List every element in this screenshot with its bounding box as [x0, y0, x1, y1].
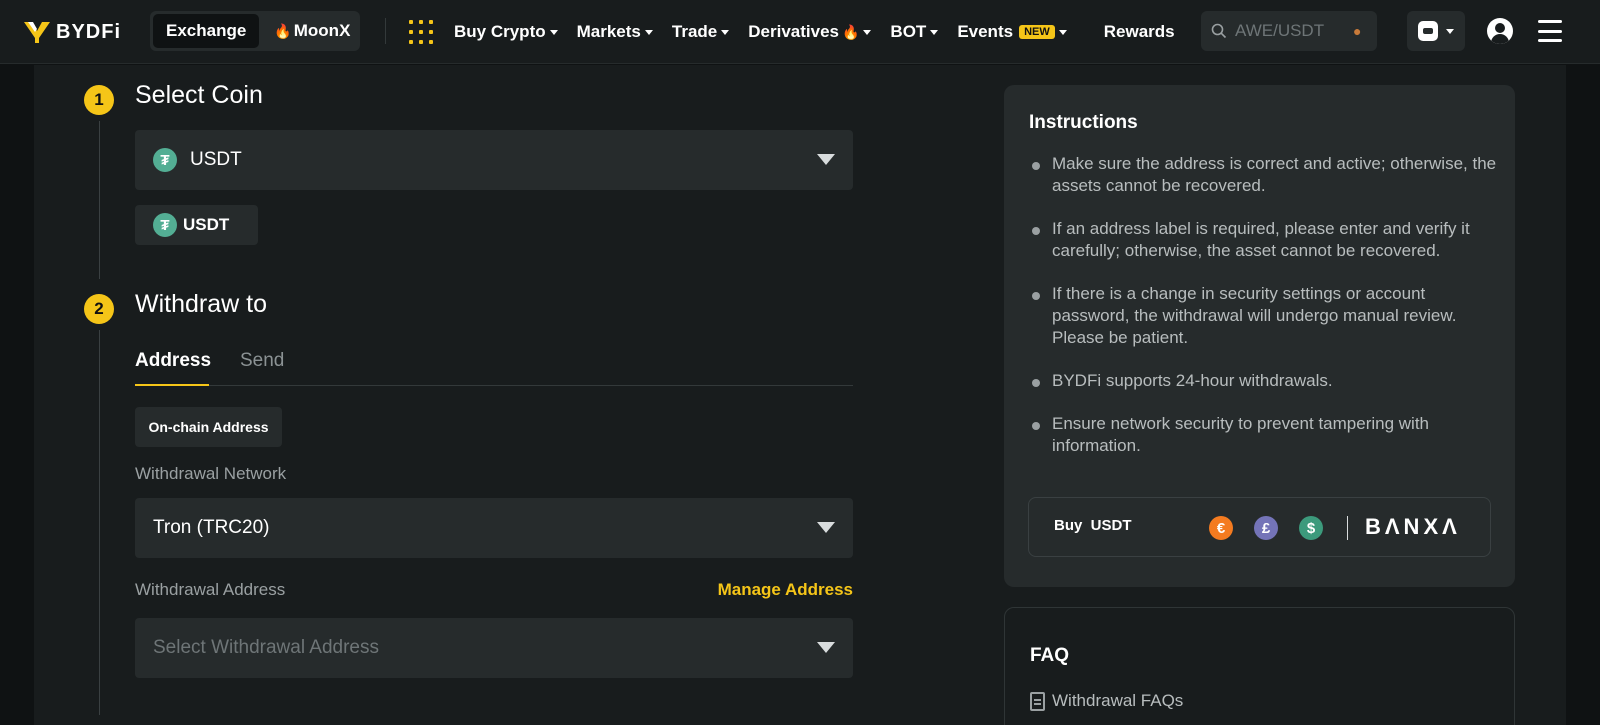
banxa-logo: BΛNXΛ — [1365, 514, 1461, 539]
dropdown-arrow-icon — [817, 154, 835, 165]
dollar-icon: $ — [1299, 516, 1323, 540]
document-icon — [1030, 691, 1045, 711]
withdrawal-network-label: Withdrawal Network — [135, 464, 287, 483]
euro-icon: € — [1209, 516, 1233, 540]
network-select[interactable]: Tron (TRC20) — [135, 498, 853, 558]
nav-events-label: Events — [957, 22, 1014, 41]
caret-down-icon — [863, 29, 872, 35]
new-badge: NEW — [1019, 25, 1055, 39]
selected-coin: USDT — [190, 149, 242, 170]
caret-down-icon — [549, 29, 558, 35]
tab-send[interactable]: Send — [240, 350, 284, 372]
instructions-panel: Instructions Make sure the address is co… — [1004, 85, 1515, 587]
nav-events[interactable]: Events NEW — [957, 22, 1067, 42]
instructions-title: Instructions — [1029, 112, 1138, 133]
withdrawal-faqs-label: Withdrawal FAQs — [1052, 691, 1184, 710]
moonx-tab-label: MoonX — [293, 21, 351, 40]
buy-usdt-label: Buy USDT — [1054, 517, 1132, 534]
fire-icon: 🔥 — [841, 23, 860, 40]
instruction-item: If an address label is required, please … — [1029, 218, 1499, 262]
withdrawal-address-label: Withdrawal Address — [135, 580, 286, 599]
dropdown-arrow-icon — [817, 642, 835, 653]
bydfi-logo-icon — [24, 22, 50, 43]
wallet-icon — [1418, 21, 1438, 41]
nav-rewards[interactable]: Rewards — [1104, 22, 1175, 42]
nav-rewards-label: Rewards — [1103, 22, 1175, 41]
recent-coin-chip[interactable]: ₮ USDT — [135, 205, 258, 245]
exchange-moonx-switcher: Exchange 🔥 MoonX — [150, 11, 360, 51]
caret-down-icon — [644, 29, 653, 35]
recent-coin-label: USDT — [183, 215, 230, 234]
usdt-coin-icon: ₮ — [153, 148, 177, 172]
on-chain-address-option[interactable]: On-chain Address — [135, 407, 282, 447]
exchange-tab-label: Exchange — [166, 21, 247, 40]
instruction-item: BYDFi supports 24-hour withdrawals. — [1029, 370, 1499, 392]
withdraw-method-tabs: Address Send — [135, 344, 853, 386]
step-2-title: Withdraw to — [135, 290, 267, 318]
nav-markets[interactable]: Markets — [577, 22, 653, 42]
manage-address-link[interactable]: Manage Address — [718, 580, 853, 600]
withdrawal-faqs-link[interactable]: Withdrawal FAQs — [1030, 691, 1183, 711]
fire-icon: 🔥 — [274, 22, 292, 39]
buy-usdt-banner[interactable]: Buy USDT € £ $ BΛNXΛ — [1028, 497, 1491, 557]
hamburger-menu-icon[interactable] — [1538, 20, 1562, 42]
coin-select[interactable]: ₮ USDT — [135, 130, 853, 190]
nav-markets-label: Markets — [576, 22, 641, 41]
usdt-coin-icon: ₮ — [153, 213, 177, 237]
instruction-item: Ensure network security to prevent tampe… — [1029, 413, 1499, 457]
nav-divider — [385, 18, 386, 44]
faq-panel: FAQ Withdrawal FAQs — [1004, 607, 1515, 725]
faq-title: FAQ — [1030, 645, 1070, 666]
step-1-connector — [99, 121, 100, 279]
apps-grid-icon[interactable] — [409, 20, 433, 44]
instructions-list: Make sure the address is correct and act… — [1029, 153, 1499, 478]
step-1-badge: 1 — [84, 85, 114, 115]
instruction-item: Make sure the address is correct and act… — [1029, 153, 1499, 197]
search-icon — [1211, 23, 1227, 39]
nav-trade[interactable]: Trade — [671, 22, 730, 42]
nav-buy-crypto-label: Buy Crypto — [454, 22, 546, 41]
top-nav: BYDFi Exchange 🔥 MoonX Buy Crypto Markets… — [0, 0, 1600, 64]
nav-bot[interactable]: BOT — [890, 22, 939, 42]
exchange-tab[interactable]: Exchange — [153, 14, 260, 48]
token-drop-icon: ● — [1353, 23, 1362, 39]
user-account-icon[interactable] — [1487, 18, 1513, 44]
instruction-item: If there is a change in security setting… — [1029, 283, 1499, 349]
caret-down-icon — [1446, 28, 1454, 34]
address-placeholder: Select Withdrawal Address — [153, 637, 379, 658]
active-tab-indicator — [135, 384, 209, 386]
search-box[interactable]: ● — [1201, 11, 1377, 51]
wallet-button[interactable] — [1407, 11, 1465, 51]
address-select[interactable]: Select Withdrawal Address — [135, 618, 853, 678]
search-input[interactable] — [1235, 21, 1345, 41]
selected-network: Tron (TRC20) — [153, 517, 270, 538]
step-2-connector — [99, 330, 100, 715]
nav-derivatives-label: Derivatives — [748, 22, 839, 41]
nav-buy-crypto[interactable]: Buy Crypto — [454, 22, 558, 42]
bydfi-logo[interactable]: BYDFi — [24, 18, 121, 46]
step-2-badge: 2 — [84, 294, 114, 324]
pound-icon: £ — [1254, 516, 1278, 540]
dropdown-arrow-icon — [817, 522, 835, 533]
tab-address[interactable]: Address — [135, 350, 211, 372]
brand-name: BYDFi — [56, 20, 121, 43]
moonx-tab[interactable]: 🔥 MoonX — [261, 14, 363, 48]
step-1-title: Select Coin — [135, 81, 263, 109]
caret-down-icon — [1058, 29, 1067, 35]
buy-divider — [1347, 516, 1348, 540]
nav-bot-label: BOT — [890, 22, 927, 41]
nav-derivatives[interactable]: Derivatives 🔥 — [748, 22, 872, 42]
caret-down-icon — [721, 29, 730, 35]
caret-down-icon — [930, 29, 939, 35]
nav-trade-label: Trade — [671, 22, 718, 41]
main-menu: Buy Crypto Markets Trade Derivatives 🔥 BO… — [454, 0, 1194, 64]
